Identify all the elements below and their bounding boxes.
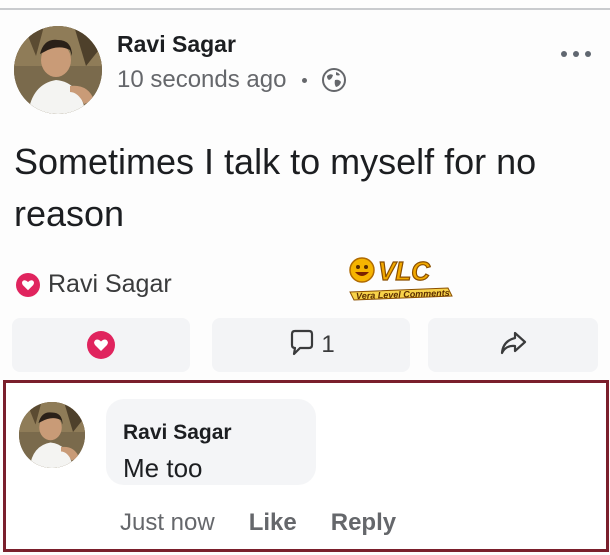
comment-bubble: Ravi Sagar Me too — [106, 399, 316, 485]
author-avatar[interactable] — [14, 26, 102, 114]
post-action-bar: 1 — [10, 318, 600, 372]
share-button[interactable] — [428, 318, 598, 372]
comment-button[interactable]: 1 — [212, 318, 410, 372]
comment-count: 1 — [321, 331, 335, 358]
comment-reply-button[interactable]: Reply — [331, 509, 396, 537]
heart-icon — [16, 272, 40, 297]
comment-text: Me too — [123, 453, 203, 483]
comment-like-button[interactable]: Like — [249, 509, 297, 537]
globe-icon[interactable] — [321, 67, 347, 93]
post-meta: 10 seconds ago — [117, 66, 347, 94]
post-timestamp[interactable]: 10 seconds ago — [117, 66, 286, 94]
separator-dot — [302, 77, 308, 83]
share-arrow-icon — [498, 328, 528, 363]
comment-actions: Just now Like Reply — [120, 509, 396, 537]
svg-text:Vera Level Comments: Vera Level Comments — [356, 288, 450, 301]
more-options-icon[interactable] — [556, 46, 596, 62]
like-button[interactable] — [12, 318, 190, 372]
reaction-summary[interactable]: Ravi Sagar — [16, 270, 172, 299]
divider — [0, 8, 610, 10]
comment-icon — [287, 328, 317, 363]
svg-text:VLC: VLC — [378, 256, 431, 286]
post-author-name[interactable]: Ravi Sagar — [117, 31, 236, 58]
avatar-photo — [19, 402, 85, 468]
comment-author-name[interactable]: Ravi Sagar — [123, 421, 232, 445]
commenter-avatar[interactable] — [19, 402, 85, 468]
facebook-post-screenshot: Ravi Sagar 10 seconds ago Sometimes I ta… — [0, 0, 610, 555]
highlighted-comment: Ravi Sagar Me too Just now Like Reply — [3, 380, 609, 552]
heart-icon — [87, 331, 115, 359]
reaction-user-name: Ravi Sagar — [48, 270, 172, 298]
avatar-photo — [14, 26, 102, 114]
comment-timestamp[interactable]: Just now — [120, 509, 215, 537]
vlc-watermark-logo: VLC Vera Level Comments — [348, 252, 454, 304]
post-text: Sometimes I talk to myself for no reason — [14, 141, 537, 234]
